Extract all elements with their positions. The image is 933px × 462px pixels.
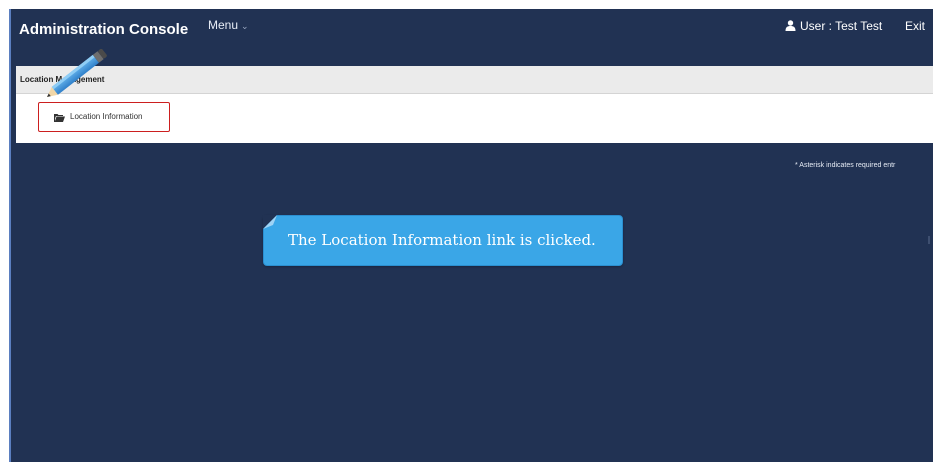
location-management-panel: Location Management Location Information: [16, 66, 933, 143]
app-window: Administration Console Menu ⌄ User : Test…: [9, 9, 933, 462]
scrollbar-marker: [928, 236, 930, 244]
top-navbar: Administration Console Menu ⌄ User : Test…: [9, 9, 933, 49]
user-icon: [785, 20, 796, 31]
exit-link[interactable]: Exit: [905, 19, 925, 33]
chevron-down-icon: ⌄: [241, 21, 249, 31]
callout-text: The Location Information link is clicked…: [288, 231, 596, 249]
link-label: Location Information: [70, 112, 143, 121]
panel-header: Location Management: [16, 66, 933, 94]
panel-title: Location Management: [20, 75, 105, 84]
page-fold-icon: [263, 215, 277, 229]
screen-frame: Administration Console Menu ⌄ User : Test…: [0, 0, 933, 462]
app-title: Administration Console: [19, 21, 189, 38]
location-information-link[interactable]: Location Information: [38, 102, 172, 134]
tutorial-callout: The Location Information link is clicked…: [263, 215, 623, 267]
menu-label: Menu: [208, 18, 239, 32]
window-left-edge: [9, 9, 11, 462]
user-label: User : Test Test: [800, 19, 883, 33]
menu-dropdown[interactable]: Menu ⌄: [208, 18, 249, 32]
required-entry-note: * Asterisk indicates required entr: [795, 162, 896, 169]
user-info[interactable]: User : Test Test: [785, 19, 882, 33]
folder-open-icon: [54, 114, 65, 122]
